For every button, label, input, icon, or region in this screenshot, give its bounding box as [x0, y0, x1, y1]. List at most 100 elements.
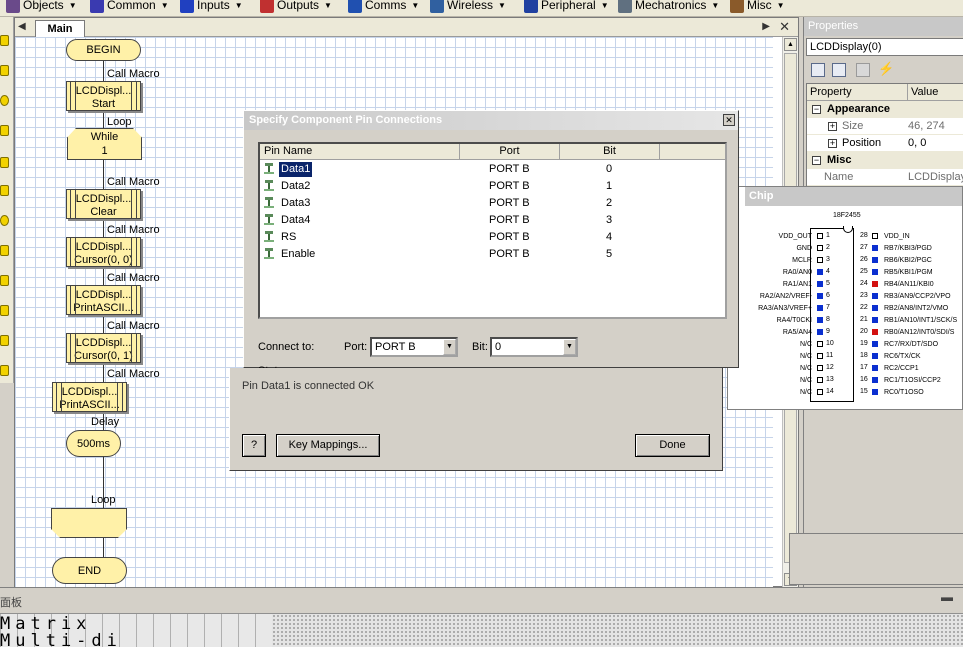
misc-category[interactable]: − Misc — [807, 152, 963, 169]
input-tool-icon[interactable] — [0, 35, 9, 46]
toolbar-menu-objects[interactable]: Objects ▼ — [6, 0, 77, 16]
loop-tool-icon[interactable] — [0, 157, 9, 168]
chip-pin-indicator[interactable] — [872, 257, 878, 263]
toolbar-menu-misc[interactable]: Misc ▼ — [730, 0, 785, 16]
collapse-icon[interactable]: − — [812, 156, 821, 165]
chip-pin-indicator[interactable] — [872, 365, 878, 371]
pin-row[interactable]: Enable PORT B 5 — [260, 246, 725, 263]
position-property-row[interactable]: + Position 0, 0 — [807, 135, 963, 152]
help-button[interactable]: ? — [242, 434, 266, 457]
categorized-view-icon[interactable] — [811, 63, 825, 77]
chip-pin-indicator[interactable] — [872, 317, 878, 323]
macro-block-cursor-0-1[interactable]: LCDDispl... Cursor(0, 1) — [66, 333, 141, 363]
chip-pin-indicator[interactable] — [872, 353, 878, 359]
chip-pin-indicator[interactable] — [817, 353, 823, 359]
macro-block-printascii-1[interactable]: LCDDispl... PrintASCII... — [66, 285, 141, 315]
macro-block-cursor-0-0[interactable]: LCDDispl... Cursor(0, 0) — [66, 237, 141, 267]
panel-grid[interactable] — [272, 613, 963, 647]
name-property-row[interactable]: Name LCDDisplay(0) — [807, 169, 963, 186]
toolbar-menu-wireless[interactable]: Wireless ▼ — [430, 0, 506, 16]
begin-block[interactable]: BEGIN — [66, 39, 141, 61]
chip-pin-indicator[interactable] — [872, 377, 878, 383]
toolbar-menu-common[interactable]: Common ▼ — [90, 0, 169, 16]
chip-pin-indicator[interactable] — [817, 293, 823, 299]
chip-pin-indicator[interactable] — [817, 305, 823, 311]
chip-pin-indicator[interactable] — [817, 257, 823, 263]
chip-pin-indicator[interactable] — [872, 281, 878, 287]
chip-pin-indicator[interactable] — [872, 341, 878, 347]
property-pages-icon[interactable] — [856, 63, 870, 77]
end-block[interactable]: END — [52, 557, 127, 584]
expand-icon[interactable]: + — [828, 122, 837, 131]
macro-block-printascii-2[interactable]: LCDDispl... PrintASCII... — [52, 382, 127, 412]
output-tool-icon[interactable] — [0, 65, 9, 76]
chip-pin-indicator[interactable] — [817, 281, 823, 287]
col-pin-name[interactable]: Pin Name — [260, 144, 460, 160]
port-select[interactable]: PORT B ▼ — [370, 337, 458, 357]
appearance-category[interactable]: − Appearance — [807, 101, 963, 118]
toolbar-menu-outputs[interactable]: Outputs ▼ — [260, 0, 332, 16]
macro-tool-icon[interactable] — [0, 305, 9, 316]
events-lightning-icon[interactable]: ⚡ — [878, 62, 894, 77]
chip-pin-indicator[interactable] — [817, 389, 823, 395]
pin-list[interactable]: Pin Name Port Bit Data1 PORT B 0 Data2 PORT … — [258, 142, 727, 319]
macro-block-start[interactable]: LCDDispl... Start — [66, 81, 141, 111]
collapse-icon[interactable]: − — [812, 105, 821, 114]
pin-row[interactable]: Data4 PORT B 3 — [260, 212, 725, 229]
chevron-down-icon[interactable]: ▼ — [563, 339, 576, 355]
close-icon[interactable]: ✕ — [723, 114, 735, 126]
chip-pin-indicator[interactable] — [817, 233, 823, 239]
pin-row[interactable]: Data2 PORT B 1 — [260, 178, 725, 195]
chip-pin-indicator[interactable] — [817, 245, 823, 251]
tab-scroll-right-icon[interactable]: ▶ — [762, 21, 770, 32]
pin-row[interactable]: RS PORT B 4 — [260, 229, 725, 246]
chip-pin-indicator[interactable] — [817, 269, 823, 275]
chip-pin-indicator[interactable] — [872, 233, 878, 239]
size-property-row[interactable]: + Size 46, 274 — [807, 118, 963, 135]
pin-row[interactable]: Data3 PORT B 2 — [260, 195, 725, 212]
col-port[interactable]: Port — [460, 144, 560, 160]
properties-toolbar: ⚡ — [806, 59, 963, 81]
code-tool-icon[interactable] — [0, 335, 9, 346]
chip-pin-indicator[interactable] — [872, 269, 878, 275]
chip-pin-indicator[interactable] — [817, 377, 823, 383]
done-button[interactable]: Done — [635, 434, 710, 457]
connection-tool-icon[interactable] — [0, 125, 9, 136]
key-mappings-button[interactable]: Key Mappings... — [276, 434, 380, 457]
comment-tool-icon[interactable] — [0, 365, 9, 376]
chevron-down-icon[interactable]: ▬ — [941, 590, 953, 604]
chip-pin-indicator[interactable] — [817, 317, 823, 323]
tab-main[interactable]: Main — [35, 20, 85, 37]
bit-select[interactable]: 0 ▼ — [490, 337, 578, 357]
chip-pin-indicator[interactable] — [872, 389, 878, 395]
toolbar-menu-mechatronics[interactable]: Mechatronics ▼ — [618, 0, 719, 16]
close-tab-icon[interactable]: ✕ — [779, 19, 790, 35]
properties-object-select[interactable]: LCDDisplay(0) — [806, 38, 963, 56]
alphabetical-sort-icon[interactable] — [832, 63, 846, 77]
chip-pin-indicator[interactable] — [872, 293, 878, 299]
scroll-up-icon[interactable]: ▲ — [784, 38, 797, 51]
toolbar-menu-peripheral[interactable]: Peripheral ▼ — [524, 0, 609, 16]
decision-tool-icon[interactable] — [0, 185, 9, 196]
loop-end-block[interactable] — [51, 508, 127, 538]
chip-pin-indicator[interactable] — [817, 341, 823, 347]
delay-tool-icon[interactable] — [0, 95, 9, 106]
expand-icon[interactable]: + — [828, 139, 837, 148]
col-bit[interactable]: Bit — [560, 144, 660, 160]
while-loop-block[interactable]: While 1 — [67, 128, 142, 160]
tab-scroll-left-icon[interactable]: ◀ — [18, 21, 26, 32]
chip-pin-indicator[interactable] — [872, 305, 878, 311]
chevron-down-icon[interactable]: ▼ — [443, 339, 456, 355]
macro-block-clear[interactable]: LCDDispl... Clear — [66, 189, 141, 219]
component-macro-tool-icon[interactable] — [0, 245, 9, 256]
pin-row[interactable]: Data1 PORT B 0 — [260, 161, 725, 178]
toolbar-menu-comms[interactable]: Comms ▼ — [348, 0, 419, 16]
chip-pin-indicator[interactable] — [817, 365, 823, 371]
chip-pin-indicator[interactable] — [872, 329, 878, 335]
delay-block[interactable]: 500ms — [66, 430, 121, 457]
toolbar-menu-inputs[interactable]: Inputs ▼ — [180, 0, 243, 16]
calculation-tool-icon[interactable] — [0, 275, 9, 286]
timer-tool-icon[interactable] — [0, 215, 9, 226]
chip-pin-indicator[interactable] — [817, 329, 823, 335]
chip-pin-indicator[interactable] — [872, 245, 878, 251]
